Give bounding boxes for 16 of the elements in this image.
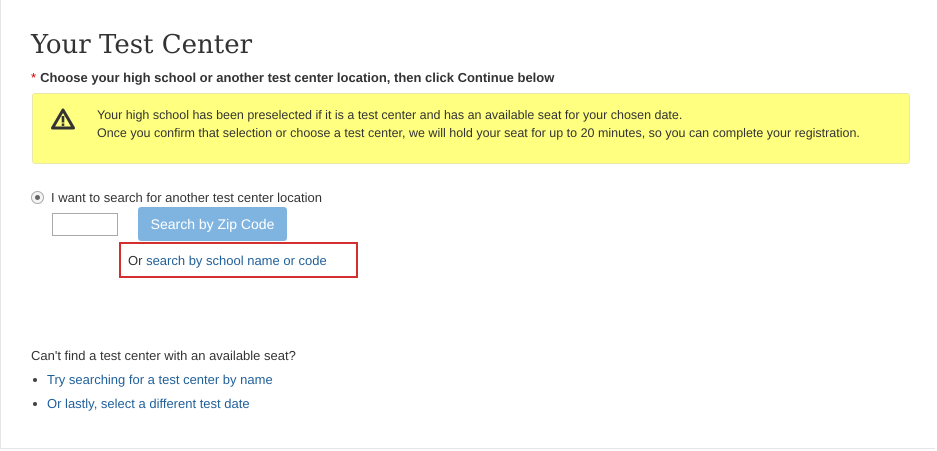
notice-text: Your high school has been preselected if it is a test center and has an available seat for your chosen date.	[97, 107, 684, 124]
instruction-text: Choose your high school or another test center location, then click Continue below	[40, 70, 554, 85]
required-mark: *	[31, 70, 36, 85]
radio-button[interactable]	[31, 191, 44, 204]
radio-label: I want to search for another test center location	[51, 190, 322, 205]
help-link[interactable]: Try searching for a test center by name	[47, 372, 273, 387]
page-title: Your Test Center	[31, 29, 254, 62]
bullet-icon	[33, 378, 37, 382]
notice-text: Once you confirm that selection or choose a test center, we will hold your seat for up to 20 minutes, so you can complete your registration.	[97, 125, 860, 142]
help-link[interactable]: Or lastly, select a different test date	[47, 396, 250, 411]
bullet-icon	[33, 402, 37, 406]
zip-code-field[interactable]	[52, 212, 118, 236]
alternative-text: Or search by school name or code	[128, 253, 327, 268]
warning-icon	[51, 108, 75, 130]
school-search-link[interactable]: search by school name or code	[146, 253, 327, 268]
help-question: Can't find a test center with an available seat?	[31, 348, 297, 363]
